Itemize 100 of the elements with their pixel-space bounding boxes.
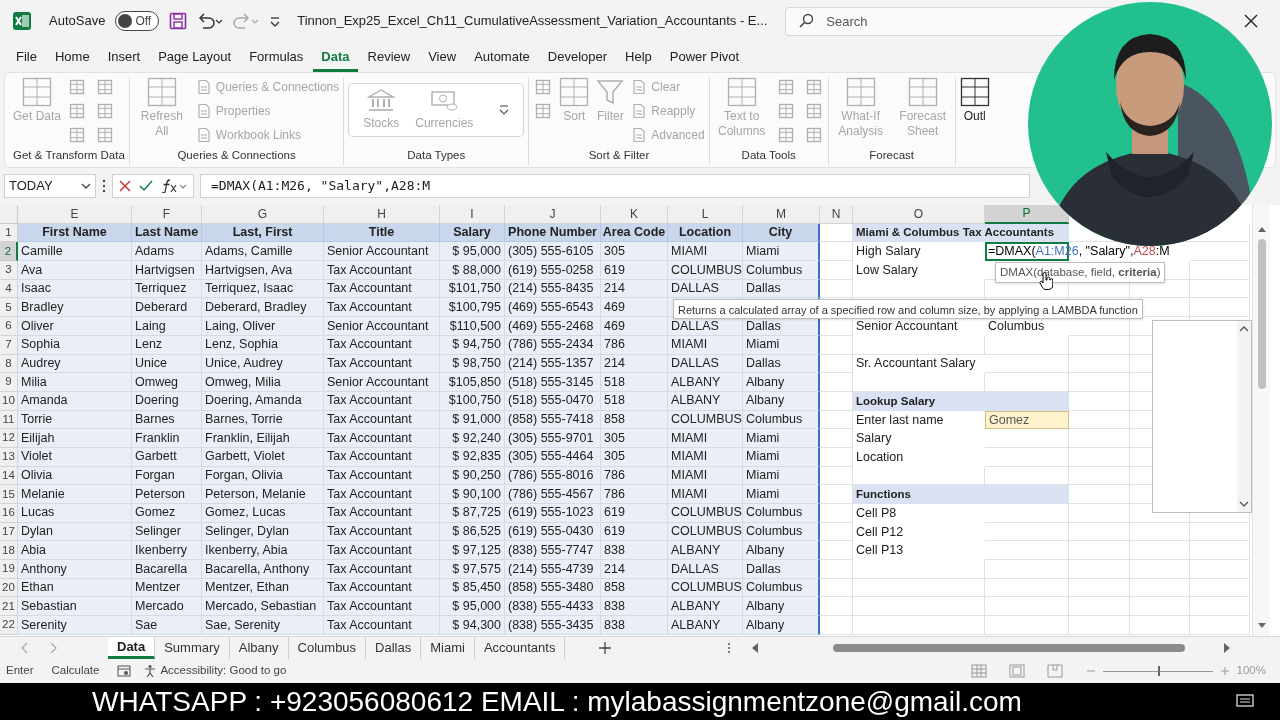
insert-function-icon[interactable] xyxy=(161,179,187,193)
column-header[interactable]: N xyxy=(820,205,853,224)
previous-sheet-icon[interactable] xyxy=(20,641,28,654)
table-cell: (786) 555-4567 xyxy=(505,485,601,504)
normal-view-icon[interactable] xyxy=(970,663,987,678)
more-caret-icon[interactable] xyxy=(499,103,510,117)
next-sheet-icon[interactable] xyxy=(50,641,58,654)
sheet-tab[interactable]: Data xyxy=(108,636,156,659)
page-break-icon[interactable] xyxy=(1046,663,1063,678)
empty-cell xyxy=(1130,522,1190,542)
column-header[interactable]: K xyxy=(601,205,668,224)
document-title: Tinnon_Exp25_Excel_Ch11_CumulativeAssessment_Variation_Accountants - E... xyxy=(297,12,768,31)
row-number[interactable]: 9 xyxy=(0,373,18,392)
list-scrollbar[interactable] xyxy=(1237,321,1251,512)
column-header[interactable]: J xyxy=(505,205,601,224)
close-icon[interactable] xyxy=(1244,14,1258,28)
select-all-corner[interactable] xyxy=(0,205,18,224)
formula-input[interactable]: =DMAX(A1:M26, "Salary",A28:M xyxy=(200,174,1030,198)
customize-toolbar-icon[interactable] xyxy=(269,14,282,28)
sheet-tab[interactable]: Columbus xyxy=(288,636,367,659)
accessibility-status[interactable]: Accessibility: Good to go xyxy=(143,661,287,680)
table-cell-text: Columbus xyxy=(987,318,1046,336)
table-cell: Albany xyxy=(743,373,820,392)
table-cell: Peterson xyxy=(132,485,202,504)
row-number[interactable]: 19 xyxy=(0,560,18,579)
table-cell: Peterson, Melanie xyxy=(202,485,324,504)
menu-tab[interactable]: Power Pivot xyxy=(661,44,748,72)
sheet-tab[interactable]: Accountants xyxy=(474,636,566,659)
scroll-right-icon[interactable] xyxy=(1223,642,1232,653)
column-header[interactable]: F xyxy=(132,205,202,224)
sheet-tab[interactable]: Miami xyxy=(421,636,475,659)
column-header[interactable]: G xyxy=(202,205,324,224)
row-number[interactable]: 5 xyxy=(0,298,18,318)
scroll-up-icon[interactable] xyxy=(1239,324,1249,334)
menu-tab[interactable]: Home xyxy=(46,44,98,72)
menu-tab[interactable]: Insert xyxy=(99,44,149,72)
menu-tab[interactable]: Automate xyxy=(466,44,538,72)
save-icon[interactable] xyxy=(169,12,188,30)
scroll-thumb[interactable] xyxy=(833,643,1186,652)
table-cell: DALLAS xyxy=(668,317,743,336)
table-cell: $ 94,300 xyxy=(440,616,505,635)
row-number[interactable]: 18 xyxy=(0,541,18,561)
menu-tab[interactable]: Developer xyxy=(539,44,616,72)
column-header[interactable]: M xyxy=(743,205,820,224)
scroll-down-icon[interactable] xyxy=(1239,499,1249,509)
row-number[interactable]: 2 xyxy=(0,242,18,262)
scroll-thumb[interactable] xyxy=(1257,239,1266,389)
column-header[interactable]: H xyxy=(324,205,440,224)
row-number[interactable]: 3 xyxy=(0,261,18,280)
menu-tab[interactable]: Formulas xyxy=(241,44,312,72)
undo-icon[interactable] xyxy=(197,12,224,30)
macro-record-icon[interactable] xyxy=(117,663,132,678)
name-box[interactable]: TODAY xyxy=(4,174,96,198)
empty-cell xyxy=(1130,597,1190,617)
menu-tab[interactable]: Help xyxy=(617,44,660,72)
row-number[interactable]: 15 xyxy=(0,485,18,504)
menu-tab[interactable]: Page Layout xyxy=(150,44,240,72)
column-header[interactable]: O xyxy=(853,205,985,224)
autosave-toggle[interactable]: Off xyxy=(115,11,160,31)
notification-icon[interactable] xyxy=(1236,693,1254,710)
menu-tab[interactable]: View xyxy=(420,44,465,72)
sheet-tab[interactable]: Summary xyxy=(155,636,230,659)
status-mode: Enter xyxy=(6,662,34,678)
table-cell: Laing xyxy=(132,317,202,336)
zoom-in-icon[interactable] xyxy=(1220,666,1229,675)
row-number[interactable]: 16 xyxy=(0,504,18,523)
scroll-left-icon[interactable] xyxy=(751,642,760,653)
table-cell: Hartvigsen xyxy=(132,261,202,280)
table-cell: COLUMBUS xyxy=(668,261,743,280)
column-header[interactable]: E xyxy=(18,205,132,224)
sheet-tab[interactable]: Albany xyxy=(229,636,289,659)
add-sheet-icon[interactable] xyxy=(599,641,612,654)
sheet-tab[interactable]: Dallas xyxy=(366,636,422,659)
table-icon xyxy=(805,79,822,95)
funnel-icon xyxy=(595,77,626,107)
table-cell: Franklin, Eilijah xyxy=(202,429,324,448)
column-header[interactable]: P xyxy=(985,205,1069,224)
more-options-icon[interactable] xyxy=(727,641,732,654)
column-header[interactable]: I xyxy=(440,205,505,224)
empty-cell xyxy=(1130,578,1190,598)
table-cell: MIAMI xyxy=(668,485,743,504)
table-cell: ALBANY xyxy=(668,373,743,392)
menu-tab[interactable]: File xyxy=(8,44,45,72)
zoom-slider[interactable] xyxy=(1102,665,1213,676)
bank-icon xyxy=(367,88,396,112)
row-number[interactable]: 21 xyxy=(0,597,18,617)
more-options-icon xyxy=(102,179,106,193)
row-number[interactable]: 12 xyxy=(0,429,18,448)
ribbon-button[interactable]: Outl xyxy=(959,77,990,124)
check-icon[interactable] xyxy=(139,180,153,192)
table-cell: Tax Accountant xyxy=(324,560,440,579)
cancel-icon[interactable] xyxy=(119,180,131,192)
menu-tab[interactable]: Review xyxy=(359,44,419,72)
redo-icon[interactable] xyxy=(233,12,260,30)
page-layout-icon[interactable] xyxy=(1008,663,1025,678)
column-header[interactable]: L xyxy=(668,205,743,224)
vertical-scrollbar[interactable] xyxy=(1252,205,1270,636)
slider-thumb[interactable] xyxy=(1157,665,1160,676)
row-number[interactable]: 6 xyxy=(0,317,18,336)
row-number[interactable]: 22 xyxy=(0,616,18,635)
